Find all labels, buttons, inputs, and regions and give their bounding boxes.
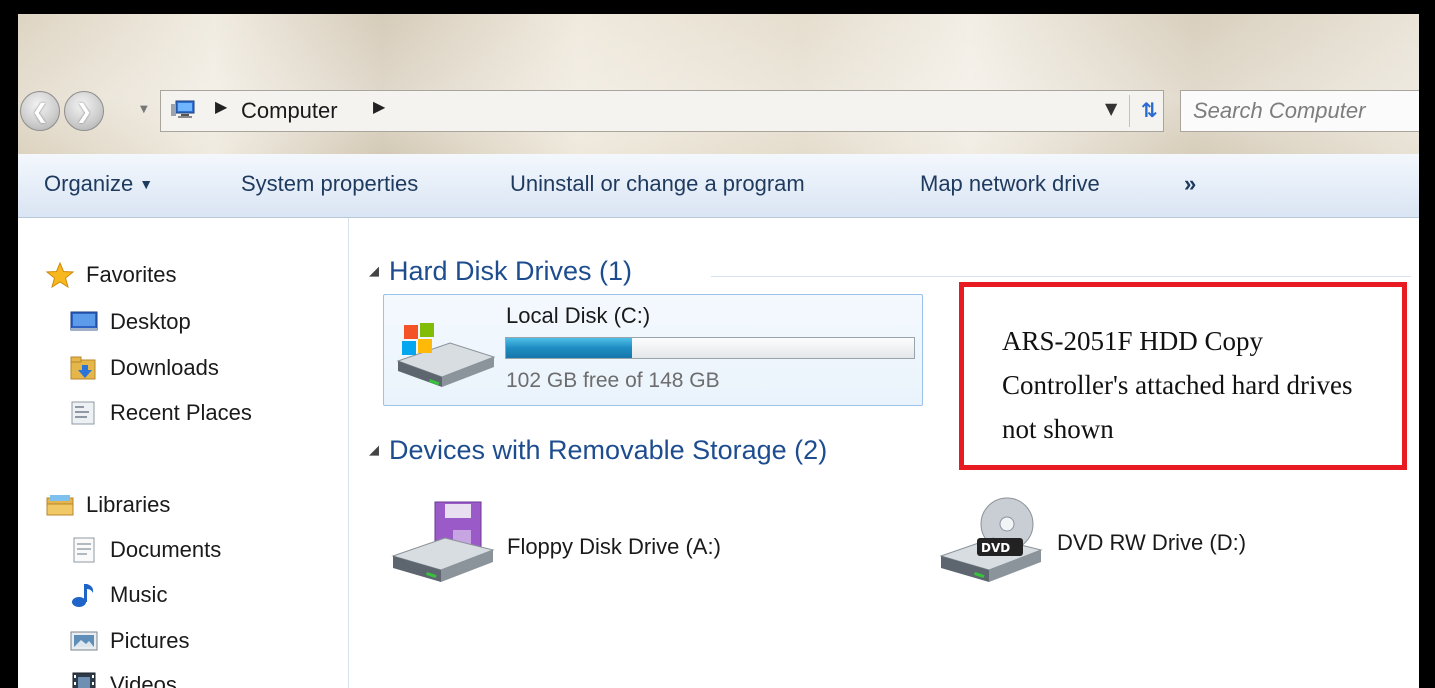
navigation-pane: Favorites Desktop Downloads Recent Place… <box>18 218 349 688</box>
title-area: ❮ ❯ ▼ ▶ Computer ▶ ▼ ⇅ <box>18 14 1419 154</box>
address-divider <box>1129 95 1130 127</box>
star-icon <box>46 262 74 288</box>
dvd-drive-label: DVD RW Drive (D:) <box>1057 530 1247 555</box>
nav-music[interactable]: Music <box>70 580 167 610</box>
address-history-dropdown-icon[interactable]: ▼ <box>1105 99 1117 118</box>
downloads-folder-icon <box>70 356 96 380</box>
breadcrumb-arrow-icon[interactable]: ▶ <box>373 97 385 116</box>
organize-button[interactable]: Organize ▼ <box>44 171 153 197</box>
libraries-icon <box>46 495 74 516</box>
map-network-drive-button[interactable]: Map network drive <box>920 171 1100 197</box>
screenshot-frame: ❮ ❯ ▼ ▶ Computer ▶ ▼ ⇅ Organize▼ Syst <box>0 0 1435 688</box>
nav-recent-places[interactable]: Recent Places <box>70 398 252 428</box>
forward-arrow-icon: ❯ <box>75 99 93 123</box>
back-arrow-icon: ❮ <box>31 99 49 123</box>
system-properties-button[interactable]: System properties <box>241 171 418 197</box>
dvd-badge: DVD <box>981 541 1011 555</box>
group-hard-disk-drives[interactable]: ◢ Hard Disk Drives (1) <box>369 256 632 287</box>
content-pane: ◢ Hard Disk Drives (1) Local Disk (C:) 1… <box>349 218 1419 688</box>
search-input[interactable] <box>1193 97 1413 125</box>
nav-documents[interactable]: Documents <box>70 535 221 565</box>
drive-free-space: 102 GB free of 148 GB <box>506 369 720 392</box>
pictures-icon <box>70 631 98 651</box>
drive-usage-bar <box>505 337 915 359</box>
drive-name: Local Disk (C:) <box>506 303 651 328</box>
explorer-window: ❮ ❯ ▼ ▶ Computer ▶ ▼ ⇅ Organize▼ Syst <box>18 14 1419 688</box>
forward-button[interactable]: ❯ <box>64 91 104 131</box>
floppy-drive-icon <box>391 501 495 582</box>
videos-icon <box>72 672 96 688</box>
floppy-drive-label: Floppy Disk Drive (A:) <box>507 534 721 559</box>
more-commands-button[interactable]: » <box>1184 171 1196 197</box>
documents-icon <box>73 537 95 563</box>
command-bar: Organize ▼ System properties Uninstall or… <box>18 154 1419 218</box>
group-removable-storage[interactable]: ◢ Devices with Removable Storage (2) <box>369 435 827 466</box>
search-box[interactable] <box>1180 90 1419 132</box>
breadcrumb-arrow-icon[interactable]: ▶ <box>215 97 227 116</box>
nav-desktop[interactable]: Desktop <box>70 307 191 337</box>
chevron-down-icon: ▼ <box>139 176 154 192</box>
annotation-text: ARS-2051F HDD Copy Controller's attached… <box>1002 326 1353 444</box>
refresh-icon[interactable]: ⇅ <box>1141 98 1158 122</box>
drive-usage-fill <box>506 338 633 358</box>
local-disk-c-tile[interactable]: Local Disk (C:) 102 GB free of 148 GB <box>383 294 923 406</box>
hard-drive-windows-icon <box>396 323 496 387</box>
nav-favorites[interactable]: Favorites <box>46 260 176 290</box>
breadcrumb-computer[interactable]: Computer <box>241 98 338 124</box>
computer-icon <box>171 100 195 118</box>
collapse-triangle-icon[interactable]: ◢ <box>369 264 379 279</box>
collapse-triangle-icon[interactable]: ◢ <box>369 443 379 458</box>
address-bar[interactable]: ▶ Computer ▶ ▼ ⇅ <box>160 90 1164 132</box>
nav-videos[interactable]: Videos <box>70 670 177 688</box>
nav-libraries[interactable]: Libraries <box>46 490 170 520</box>
music-note-icon <box>72 584 94 607</box>
group-divider <box>711 276 1411 277</box>
uninstall-program-button[interactable]: Uninstall or change a program <box>510 171 805 197</box>
recent-pages-dropdown-icon[interactable]: ▼ <box>140 104 148 115</box>
recent-places-icon <box>71 401 95 425</box>
nav-downloads[interactable]: Downloads <box>70 353 219 383</box>
nav-pictures[interactable]: Pictures <box>70 626 189 656</box>
back-button[interactable]: ❮ <box>20 91 60 131</box>
desktop-icon <box>70 311 98 331</box>
annotation-callout: ARS-2051F HDD Copy Controller's attached… <box>959 282 1407 470</box>
